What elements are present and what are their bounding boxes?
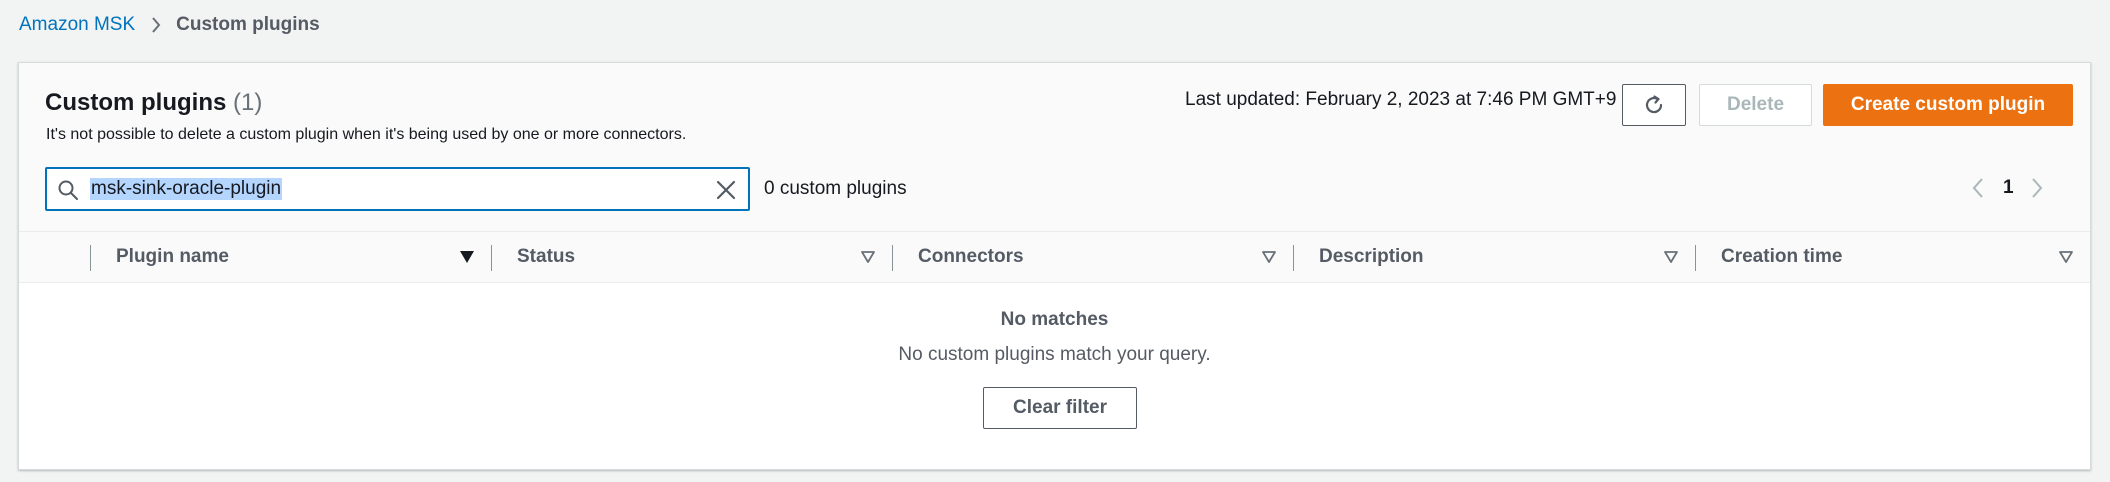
search-input-value[interactable]: msk-sink-oracle-plugin — [90, 178, 283, 200]
chevron-right-icon[interactable] — [2030, 177, 2044, 199]
table-header: Plugin name Status Connectors Descriptio… — [19, 231, 2090, 283]
column-header-connectors[interactable]: Connectors — [892, 232, 1293, 282]
search-input[interactable]: msk-sink-oracle-plugin — [45, 167, 750, 211]
caret-down-icon — [1261, 250, 1277, 264]
empty-state-description: No custom plugins match your query. — [898, 344, 1211, 365]
column-label: Connectors — [918, 246, 1024, 267]
page-title: Custom plugins (1) — [45, 89, 262, 117]
panel-count: (1) — [233, 89, 263, 116]
column-header-plugin-name[interactable]: Plugin name — [90, 232, 491, 282]
match-count: 0 custom plugins — [764, 178, 907, 199]
column-header-status[interactable]: Status — [491, 232, 892, 282]
column-header-creation-time[interactable]: Creation time — [1695, 232, 2090, 282]
refresh-button[interactable] — [1622, 84, 1686, 126]
breadcrumb-current: Custom plugins — [176, 14, 320, 35]
panel-description: It's not possible to delete a custom plu… — [46, 126, 687, 143]
pagination: 1 — [1971, 173, 2044, 203]
panel-title-text: Custom plugins — [45, 89, 227, 116]
column-label: Description — [1319, 246, 1424, 267]
current-page-number[interactable]: 1 — [2003, 177, 2014, 199]
chevron-left-icon[interactable] — [1971, 177, 1985, 199]
caret-down-icon — [459, 250, 475, 264]
breadcrumb-link-amazon-msk[interactable]: Amazon MSK — [19, 14, 135, 36]
empty-state-title: No matches — [1000, 309, 1109, 330]
caret-down-icon — [1663, 250, 1679, 264]
custom-plugins-panel: Custom plugins (1) It's not possible to … — [18, 62, 2091, 470]
chevron-right-icon — [150, 16, 162, 34]
search-icon — [57, 179, 79, 201]
empty-state: No matches No custom plugins match your … — [19, 283, 2090, 469]
column-label: Creation time — [1721, 246, 1843, 267]
refresh-icon — [1642, 93, 1666, 117]
delete-button[interactable]: Delete — [1699, 84, 1812, 126]
last-updated-text: Last updated: February 2, 2023 at 7:46 P… — [1185, 89, 1617, 110]
breadcrumb: Amazon MSK Custom plugins — [19, 12, 320, 38]
column-header-description[interactable]: Description — [1293, 232, 1695, 282]
column-label: Plugin name — [116, 246, 229, 267]
close-icon[interactable] — [714, 178, 738, 202]
caret-down-icon — [2058, 250, 2074, 264]
caret-down-icon — [860, 250, 876, 264]
create-custom-plugin-button[interactable]: Create custom plugin — [1823, 84, 2073, 126]
clear-filter-button[interactable]: Clear filter — [983, 387, 1137, 429]
column-label: Status — [517, 246, 576, 267]
